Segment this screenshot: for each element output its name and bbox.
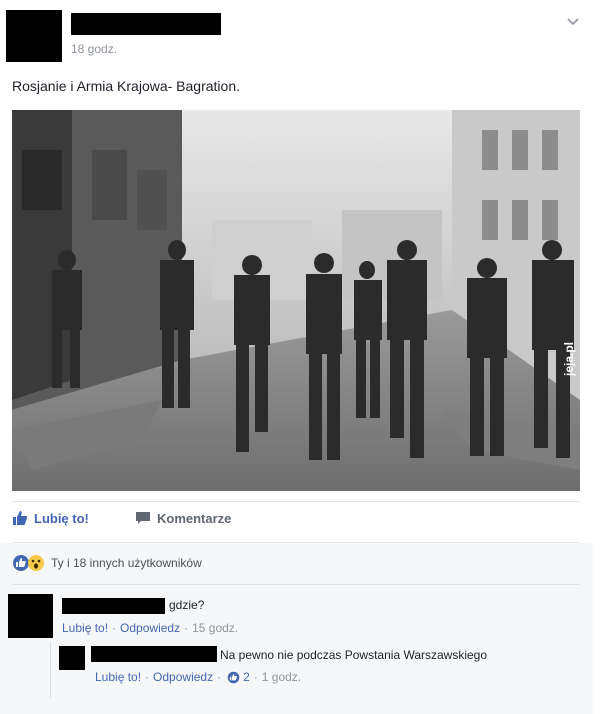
- separator-dot: ·: [184, 621, 189, 635]
- author-name-redacted[interactable]: [71, 13, 221, 35]
- wow-icon: [28, 555, 44, 571]
- reactions-text: Ty i 18 innych użytkowników: [51, 556, 202, 570]
- reply-meta: Lubię to! · Odpowiedz · 2 · 1 godz.: [95, 670, 301, 684]
- post-photo[interactable]: jeja.pl: [12, 110, 580, 491]
- like-button[interactable]: Lubię to!: [12, 510, 89, 526]
- thumbs-up-icon: [13, 511, 28, 525]
- commenter-name-redacted[interactable]: [62, 598, 165, 614]
- reply-likes[interactable]: 2: [227, 670, 250, 684]
- reply-likes-count: 2: [243, 670, 250, 684]
- comment-like-link[interactable]: Lubię to!: [62, 621, 108, 635]
- post-timestamp[interactable]: 18 godz.: [71, 42, 117, 56]
- comment-icon: [136, 512, 150, 524]
- image-watermark: jeja.pl: [562, 342, 576, 377]
- reply-time[interactable]: 1 godz.: [262, 670, 301, 684]
- separator-dot: ·: [253, 670, 258, 684]
- divider: [12, 584, 580, 585]
- reply-avatar[interactable]: [59, 646, 85, 670]
- comment-button-label: Komentarze: [157, 510, 232, 526]
- comment-button[interactable]: Komentarze: [135, 510, 231, 526]
- like-icon: [227, 671, 240, 683]
- chevron-down-icon[interactable]: [566, 14, 580, 28]
- separator-dot: ·: [217, 670, 222, 684]
- comment-time[interactable]: 15 godz.: [192, 621, 238, 635]
- commenter-avatar[interactable]: [8, 594, 53, 638]
- comment-text: gdzie?: [169, 598, 205, 612]
- separator-dot: ·: [112, 621, 117, 635]
- reply-like-link[interactable]: Lubię to!: [95, 670, 141, 684]
- reply-reply-link[interactable]: Odpowiedz: [153, 670, 213, 684]
- facebook-post: 18 godz. Rosjanie i Armia Krajowa- Bagra…: [0, 0, 593, 714]
- post-text: Rosjanie i Armia Krajowa- Bagration.: [12, 78, 240, 94]
- reaction-icons: [12, 554, 45, 572]
- post-actions: Lubię to! Komentarze: [12, 510, 580, 534]
- reply-name-redacted[interactable]: [91, 646, 217, 662]
- reply-thread-line: [50, 642, 51, 698]
- like-button-label: Lubię to!: [34, 510, 89, 526]
- reactions-summary[interactable]: Ty i 18 innych użytkowników: [12, 554, 202, 572]
- separator-dot: ·: [145, 670, 150, 684]
- reply-text: Na pewno nie podczas Powstania Warszawsk…: [220, 648, 488, 662]
- comment-reply-link[interactable]: Odpowiedz: [120, 621, 180, 635]
- historic-photo-graphic: [12, 110, 580, 491]
- divider: [12, 501, 580, 502]
- author-avatar[interactable]: [6, 10, 62, 62]
- comment-meta: Lubię to! · Odpowiedz · 15 godz.: [62, 621, 238, 635]
